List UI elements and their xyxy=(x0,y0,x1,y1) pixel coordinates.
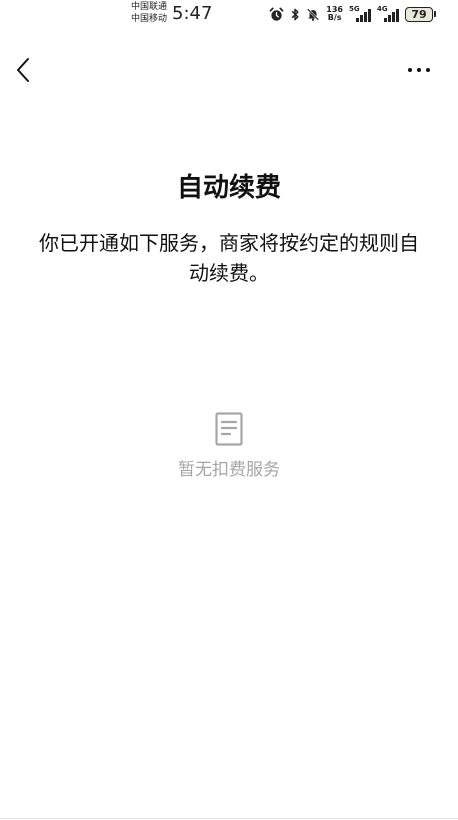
net-speed: 136 B/s xyxy=(326,6,343,22)
more-dots-icon xyxy=(408,68,430,72)
battery-level: 79 xyxy=(405,6,433,22)
carrier-1: 中国联通 xyxy=(131,2,168,12)
mute-icon xyxy=(306,7,320,22)
empty-state: 暂无扣费服务 xyxy=(0,412,458,482)
chevron-left-icon xyxy=(17,58,29,82)
battery-icon: 79 xyxy=(405,6,436,22)
net-speed-unit: B/s xyxy=(327,13,342,22)
back-button[interactable] xyxy=(10,56,36,84)
alarm-icon xyxy=(269,7,284,22)
carrier-2: 中国移动 xyxy=(131,14,168,24)
page-title: 自动续费 xyxy=(176,173,281,203)
more-button[interactable] xyxy=(404,60,434,80)
status-bar: 中国联通 中国移动 5:47 136 B/s 5G 4G 79 xyxy=(0,0,458,28)
bluetooth-icon xyxy=(290,7,300,22)
signal-5g-icon: 5G xyxy=(349,6,371,22)
status-icons: 136 B/s 5G 4G 79 xyxy=(269,5,436,23)
carrier-info: 中国联通 中国移动 xyxy=(131,1,167,25)
empty-state-text: 暂无扣费服务 xyxy=(178,460,280,480)
auto-renew-description: 你已开通如下服务，商家将按约定的规则自动续费。 xyxy=(39,231,419,285)
signal-4g-icon: 4G xyxy=(377,6,399,22)
status-time: 5:47 xyxy=(172,3,213,24)
signal-5g-label: 5G xyxy=(349,5,360,13)
bottom-divider xyxy=(0,818,458,819)
document-icon xyxy=(215,412,243,446)
signal-4g-label: 4G xyxy=(377,5,388,13)
